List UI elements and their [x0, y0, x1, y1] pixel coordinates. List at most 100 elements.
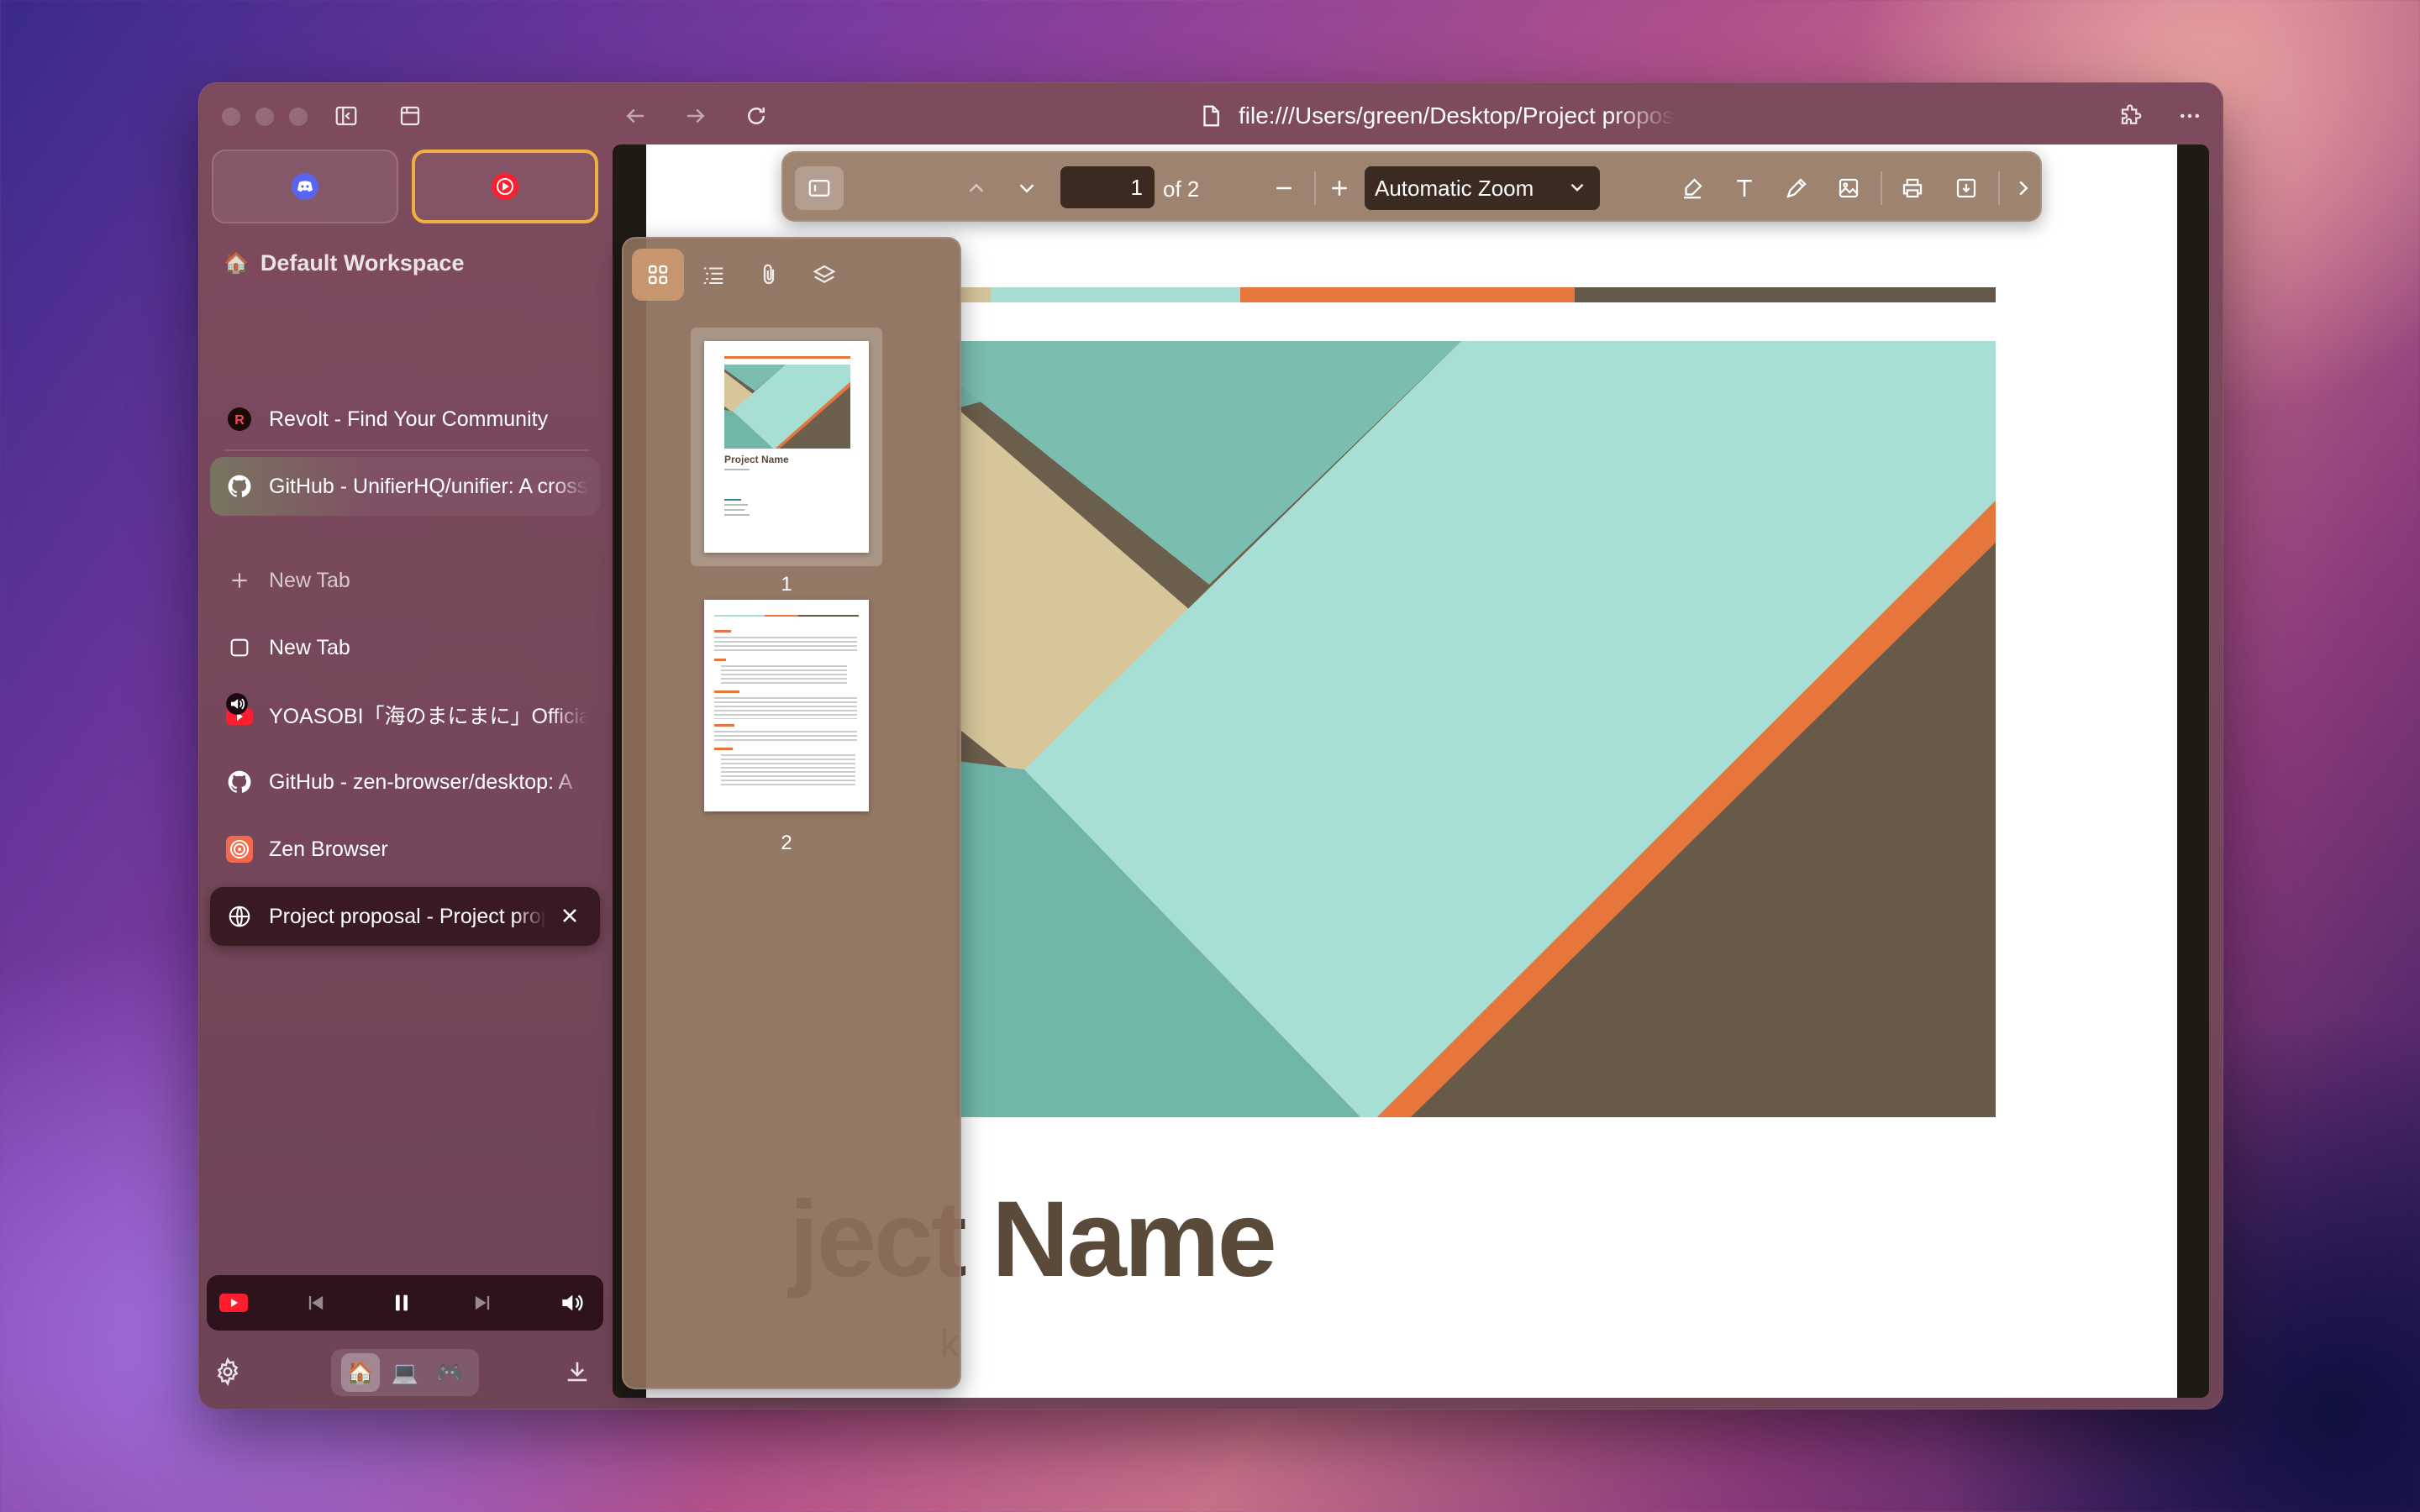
pinned-divider [224, 449, 590, 451]
page-thumbnail-2[interactable]: 2 [691, 586, 882, 854]
pinned-tab-revolt[interactable]: R Revolt - Find Your Community [210, 390, 600, 449]
pinned-tab-github-unifier[interactable]: GitHub - UnifierHQ/unifier: A cross-plat… [210, 457, 600, 516]
toolbar-separator [1881, 171, 1882, 205]
tab-label: Project proposal - Project proposal [269, 904, 546, 928]
tab-label: New Tab [269, 635, 350, 659]
color-stripe [991, 287, 1240, 302]
tab-yoasobi[interactable]: YOASOBI「海のまにまに」Official Music Video [210, 685, 600, 744]
tab-new-tab[interactable]: New Tab [210, 618, 600, 677]
color-stripe [957, 287, 991, 302]
next-track-icon[interactable] [466, 1286, 499, 1320]
github-icon [225, 768, 254, 796]
more-menu-icon[interactable] [2173, 99, 2207, 133]
previous-track-icon[interactable] [299, 1286, 333, 1320]
workspace-name: Default Workspace [260, 250, 465, 276]
media-controls [207, 1275, 603, 1331]
new-tab-button[interactable]: New Tab [210, 551, 600, 610]
previous-page-icon[interactable] [956, 168, 997, 208]
url-text: file:///Users/green/Desktop/Project prop… [1239, 102, 1676, 129]
essential-discord[interactable] [212, 150, 398, 223]
svg-text:R: R [234, 413, 245, 428]
thumbnail-image: Project Name [704, 341, 869, 553]
print-icon[interactable] [1892, 168, 1933, 208]
thumbnail-title: Project Name [724, 454, 789, 465]
tab-zen-browser[interactable]: Zen Browser [210, 820, 600, 879]
revolt-icon: R [225, 405, 254, 433]
zoom-value: Automatic Zoom [1375, 175, 1534, 201]
settings-gear-icon[interactable] [213, 1357, 242, 1390]
browser-window: file:///Users/green/Desktop/Project prop… [198, 82, 2223, 1410]
zoom-select[interactable]: Automatic Zoom [1365, 166, 1600, 210]
youtube-music-icon [492, 173, 518, 200]
reload-icon[interactable] [739, 99, 773, 133]
pdf-thumbnail-panel: Project Name 1 2 [622, 237, 961, 1389]
zen-icon [225, 835, 254, 864]
thumbnail-image [704, 600, 869, 811]
tab-label: YOASOBI「海のまにまに」Official Music Video [269, 705, 588, 728]
pdf-toolbar: 1 of 2 Automatic Zoom [781, 151, 2042, 222]
draw-pen-icon[interactable] [1776, 168, 1817, 208]
more-tools-chevron-icon[interactable] [2003, 168, 2044, 208]
workspace-header[interactable]: 🏠 Default Workspace [224, 250, 464, 276]
page-count: of 2 [1163, 176, 1200, 202]
blank-page-icon [225, 633, 254, 662]
page-number-input[interactable]: 1 [1060, 166, 1155, 208]
highlight-icon[interactable] [1672, 168, 1712, 208]
save-download-icon[interactable] [1946, 168, 1986, 208]
titlebar: file:///Users/green/Desktop/Project prop… [198, 82, 2223, 148]
minimize-window-button[interactable] [255, 108, 274, 126]
close-window-button[interactable] [222, 108, 240, 126]
speaker-playing-icon[interactable] [225, 692, 249, 716]
zoom-window-button[interactable] [289, 108, 308, 126]
cover-artwork [957, 341, 1996, 1117]
github-icon [225, 472, 254, 501]
thumbnail-page-number: 2 [781, 832, 792, 854]
attachments-view-icon[interactable] [743, 249, 795, 301]
tab-label: Revolt - Find Your Community [269, 407, 549, 431]
toolbar-separator [1314, 171, 1316, 205]
text-tool-icon[interactable] [1724, 168, 1765, 208]
next-page-icon[interactable] [1007, 168, 1047, 208]
page-document-icon [1203, 105, 1219, 127]
image-tool-icon[interactable] [1828, 168, 1869, 208]
close-tab-icon[interactable] [558, 904, 581, 933]
chevron-down-icon [1570, 183, 1584, 192]
downloads-icon[interactable] [563, 1357, 592, 1390]
workspace-game-button[interactable]: 🎮 [430, 1353, 469, 1392]
globe-icon [225, 902, 254, 931]
workspace-switcher: 🏠 💻 🎮 [331, 1349, 479, 1396]
layers-view-icon[interactable] [798, 249, 850, 301]
tab-github-zen[interactable]: GitHub - zen-browser/desktop: A [210, 753, 600, 811]
color-stripe [1240, 287, 1575, 302]
plus-icon [225, 566, 254, 595]
outline-view-icon[interactable] [687, 249, 739, 301]
url-bar[interactable]: file:///Users/green/Desktop/Project prop… [1198, 97, 1870, 134]
workspace-home-button[interactable]: 🏠 [340, 1353, 380, 1392]
thumbnails-view-icon[interactable] [632, 249, 684, 301]
back-arrow-icon[interactable] [618, 99, 652, 133]
tab-label: GitHub - zen-browser/desktop: A [269, 769, 573, 794]
color-stripe [1575, 287, 1996, 302]
new-window-icon[interactable] [393, 99, 427, 133]
workspace-laptop-button[interactable]: 💻 [386, 1353, 424, 1392]
zoom-out-icon[interactable] [1264, 168, 1304, 208]
tab-project-proposal[interactable]: Project proposal - Project proposal [210, 887, 600, 946]
toolbar-separator [1998, 171, 2000, 205]
sidebar-toggle-icon[interactable] [329, 99, 363, 133]
essential-youtube-music[interactable] [412, 150, 598, 223]
house-icon: 🏠 [224, 252, 249, 275]
sidebar-bottom-bar: 🏠 💻 🎮 [198, 1342, 618, 1401]
discord-icon [292, 173, 318, 200]
youtube-media-icon[interactable] [217, 1286, 250, 1320]
volume-icon[interactable] [555, 1286, 588, 1320]
zoom-in-icon[interactable] [1319, 168, 1360, 208]
pause-icon[interactable] [385, 1286, 418, 1320]
sidebar-panel-icon [808, 180, 830, 197]
page-thumbnail-1[interactable]: Project Name 1 [691, 328, 882, 596]
tab-label: Zen Browser [269, 837, 388, 861]
forward-arrow-icon[interactable] [679, 99, 713, 133]
toggle-sidebar-button[interactable] [795, 166, 844, 210]
extensions-puzzle-icon[interactable] [2114, 99, 2148, 133]
new-tab-label: New Tab [269, 568, 350, 592]
tab-label: GitHub - UnifierHQ/unifier: A cross-plat… [269, 474, 588, 498]
